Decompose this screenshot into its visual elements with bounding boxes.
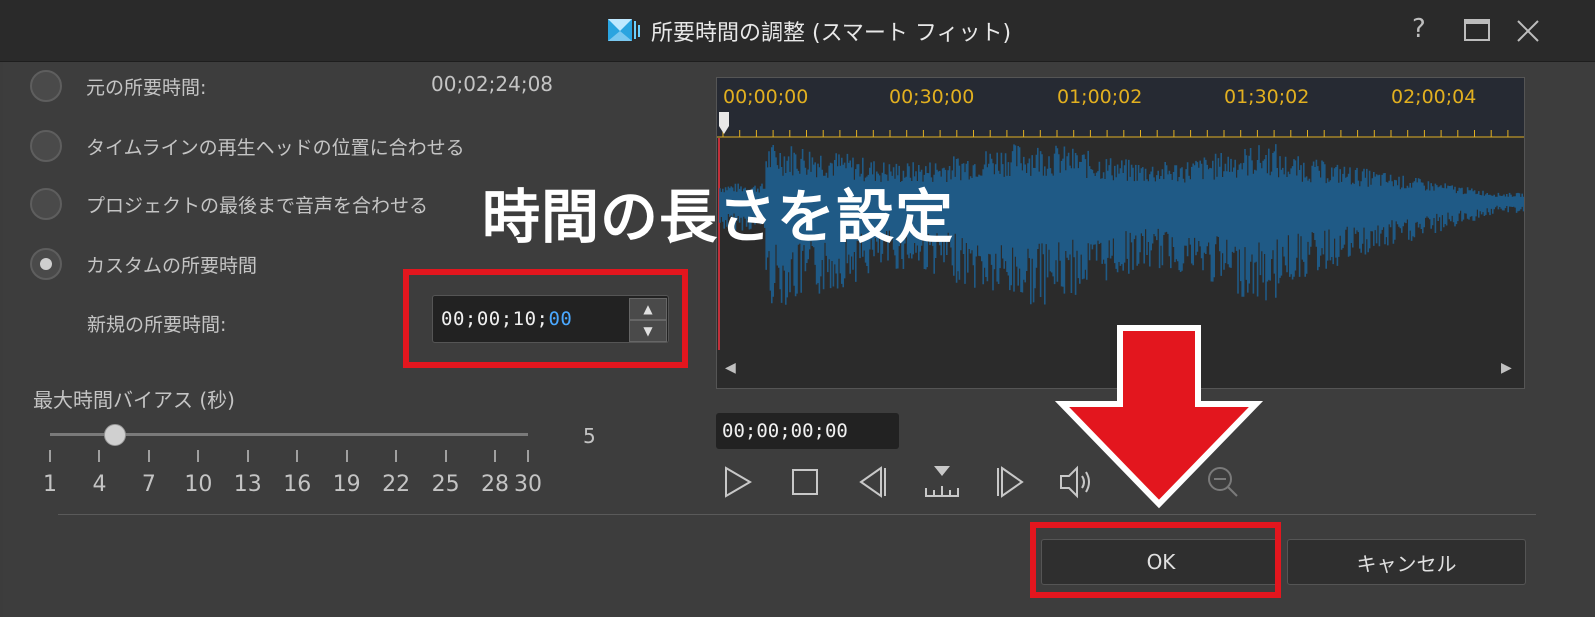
play-icon[interactable] — [718, 462, 758, 502]
highlight-box-ok — [1030, 522, 1281, 598]
cancel-button[interactable]: キャンセル — [1287, 539, 1526, 585]
title-bar: 所要時間の調整 (スマート フィット) ? — [0, 0, 1595, 62]
slider-tick — [345, 450, 348, 462]
scroll-left-arrow[interactable]: ◀ — [725, 360, 736, 376]
stop-icon[interactable] — [785, 462, 825, 502]
new-duration-label: 新規の所要時間: — [87, 314, 227, 336]
title-wrap: 所要時間の調整 (スマート フィット) — [607, 14, 1011, 48]
scroll-right-arrow[interactable]: ▶ — [1501, 360, 1512, 376]
slider-tick-label: 25 — [431, 472, 460, 497]
bias-value: 5 — [583, 424, 596, 448]
annotation-arrow-icon — [1054, 325, 1264, 509]
slider-tick — [197, 450, 200, 462]
slider-tick-label: 16 — [283, 472, 312, 497]
option-project-end[interactable]: プロジェクトの最後まで音声を合わせる — [30, 188, 428, 220]
option-label: カスタムの所要時間 — [86, 254, 258, 277]
radio-button[interactable] — [30, 188, 62, 220]
slider-tick — [49, 450, 51, 462]
slider-tick — [494, 450, 497, 462]
slider-tick-label: 19 — [332, 472, 361, 497]
option-original-duration[interactable]: 元の所要時間: — [30, 70, 206, 102]
next-frame-icon[interactable] — [990, 462, 1030, 502]
bias-label: 最大時間バイアス (秒) — [33, 388, 235, 412]
previous-frame-icon[interactable] — [853, 462, 893, 502]
playhead-marker[interactable] — [719, 112, 729, 134]
radio-button[interactable] — [30, 130, 62, 162]
help-icon[interactable]: ? — [1412, 14, 1426, 44]
slider-tick — [444, 450, 447, 462]
option-playhead[interactable]: タイムラインの再生ヘッドの位置に合わせる — [30, 130, 465, 162]
slider-tick-label: 13 — [233, 472, 262, 497]
radio-button-checked[interactable] — [30, 248, 62, 280]
option-label: プロジェクトの最後まで音声を合わせる — [86, 194, 429, 217]
close-icon[interactable] — [1515, 18, 1541, 51]
maximize-icon[interactable] — [1463, 18, 1491, 49]
slider-tick — [395, 450, 398, 462]
slider-tick — [246, 450, 249, 462]
slider-tick-label: 4 — [92, 472, 107, 497]
option-label: タイムラインの再生ヘッドの位置に合わせる — [86, 136, 465, 159]
option-label: 元の所要時間: — [86, 76, 207, 99]
slider-tick — [147, 450, 150, 462]
slider-tick-label: 30 — [514, 472, 542, 497]
slider-tick-label: 7 — [141, 472, 156, 497]
option-custom-duration[interactable]: カスタムの所要時間 — [30, 248, 257, 280]
slider-tick — [527, 450, 529, 462]
slider-tick-label: 1 — [43, 472, 57, 497]
slider-tick-label: 22 — [382, 472, 411, 497]
slider-tick-label: 28 — [481, 472, 510, 497]
app-logo-icon — [608, 19, 640, 41]
slider-tick — [98, 450, 101, 462]
annotation-text: 時間の長さを設定 — [482, 183, 955, 251]
mark-position-icon[interactable] — [922, 462, 962, 502]
radio-button[interactable] — [30, 70, 62, 102]
slider-tick-label: 10 — [184, 472, 213, 497]
timeline-ruler[interactable]: 00;00;00 00;30;00 01;00;02 01;30;02 02;0… — [717, 78, 1524, 138]
highlight-box-duration — [403, 269, 688, 368]
slider-tick — [296, 450, 299, 462]
window-title: 所要時間の調整 (スマート フィット) — [651, 21, 1012, 46]
ruler-ticks — [717, 112, 1524, 138]
separator — [58, 514, 1536, 515]
original-duration-value: 00;02;24;08 — [431, 72, 554, 96]
bias-slider-thumb[interactable] — [104, 424, 126, 446]
position-timecode: 00;00;00;00 — [716, 413, 899, 449]
position-value: 00;00;00;00 — [722, 420, 848, 442]
